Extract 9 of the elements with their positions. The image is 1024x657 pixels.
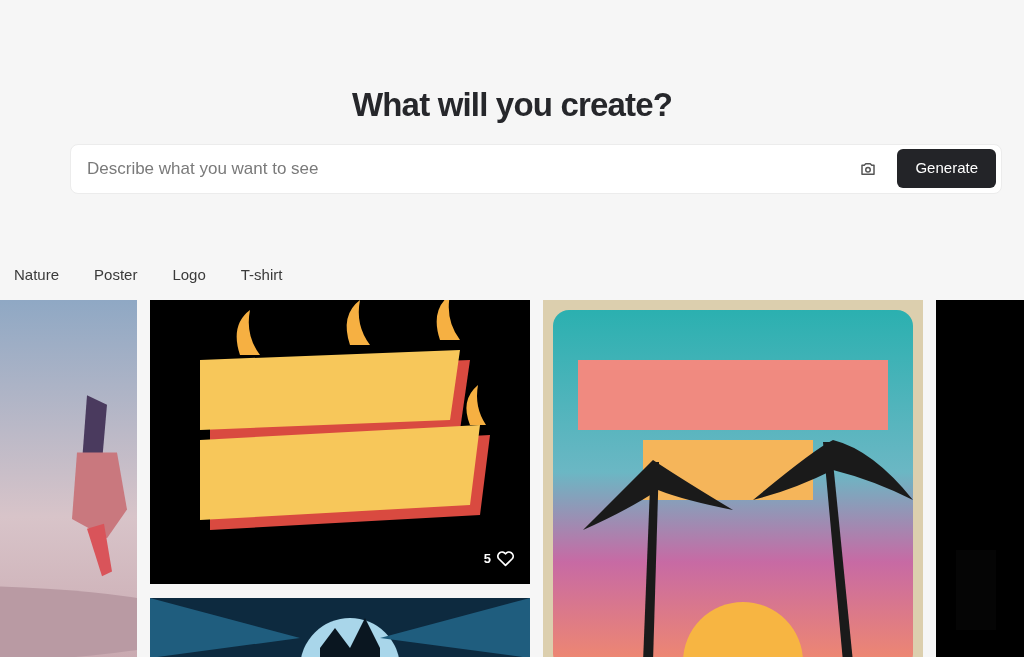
prompt-field[interactable]: Describe what you want to see Generate [70, 143, 1002, 194]
heart-icon[interactable] [496, 549, 515, 567]
like-count: 5 [483, 549, 491, 568]
category-link[interactable]: Logo [172, 263, 206, 286]
category-link[interactable]: Nature [14, 263, 60, 286]
generate-button[interactable]: Generate [897, 149, 996, 188]
category-link[interactable]: Poster [94, 263, 138, 286]
category-link[interactable]: T-shirt [240, 263, 283, 286]
page-heading: What will you create? [351, 85, 673, 125]
